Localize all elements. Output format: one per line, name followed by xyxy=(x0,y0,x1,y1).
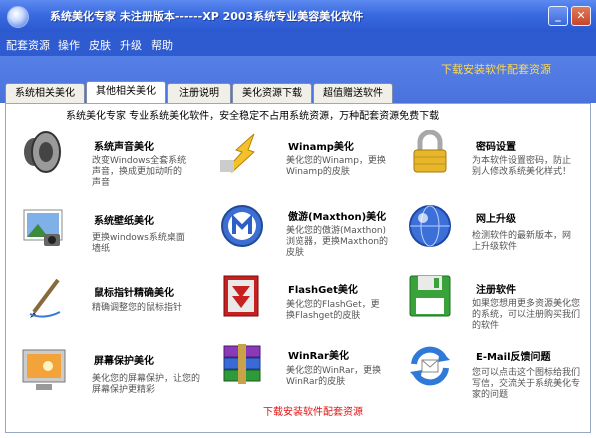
pen-pointer-icon[interactable] xyxy=(20,276,68,320)
item-title[interactable]: 鼠标指针精确美化 xyxy=(94,284,174,299)
item-desc: 为本软件设置密码，防止别人修改系统美化样式！ xyxy=(472,156,572,177)
item-desc: 如果您想用更多资源美化您的系统，可以注册购买我们的软件 xyxy=(472,299,581,331)
menu-item-operate[interactable]: 操作 xyxy=(58,37,80,53)
item-desc: 美化您的Winamp，更换Winamp的皮肤 xyxy=(286,156,386,177)
menu-item-skin[interactable]: 皮肤 xyxy=(89,37,111,53)
title-bar[interactable]: 系统美化专家 未注册版本------XP 2003系统专业美容美化软件 _ ✕ xyxy=(0,0,596,32)
tab-panel: 下载安装软件配套资源 系统相关美化 其他相关美化 注册说明 美化资源下载 超值赠… xyxy=(0,56,596,104)
item-title[interactable]: 系统壁纸美化 xyxy=(94,212,154,227)
wallpaper-icon[interactable] xyxy=(20,206,68,250)
item-desc: 美化您的傲游(Maxthon)浏览器，更换Maxthon的皮肤 xyxy=(286,226,389,258)
tab-download[interactable]: 美化资源下载 xyxy=(232,83,312,104)
item-title[interactable]: 密码设置 xyxy=(476,138,516,153)
item-title[interactable]: 傲游(Maxthon)美化 xyxy=(288,208,386,223)
item-title[interactable]: E-Mail反馈问题 xyxy=(476,348,551,363)
item-title[interactable]: FlashGet美化 xyxy=(288,281,358,296)
item-desc: 精确调整您的鼠标指针 xyxy=(92,303,183,313)
item-desc: 美化您的FlashGet，更换Flashget的皮肤 xyxy=(286,300,380,321)
item-title[interactable]: Winamp美化 xyxy=(288,138,354,153)
header-text: 系统美化专家 专业系统美化软件，安全稳定不占用系统资源，万种配套资源免费下载 xyxy=(66,111,440,122)
winamp-icon[interactable] xyxy=(218,130,266,174)
app-icon xyxy=(7,6,29,28)
globe-icon[interactable] xyxy=(406,204,454,248)
tab-other[interactable]: 其他相关美化 xyxy=(86,81,166,104)
item-title[interactable]: 注册软件 xyxy=(476,281,516,296)
menu-item-upgrade[interactable]: 升级 xyxy=(120,37,142,53)
item-desc: 美化您的WinRar，更换WinRar的皮肤 xyxy=(286,366,382,387)
close-icon[interactable]: ✕ xyxy=(571,6,591,26)
speaker-icon[interactable] xyxy=(20,130,68,174)
item-desc: 更换windows系统桌面墙纸 xyxy=(92,233,185,254)
promo-link-top[interactable]: 下载安装软件配套资源 xyxy=(441,61,551,77)
tab-content: 系统美化专家 专业系统美化软件，安全稳定不占用系统资源，万种配套资源免费下载 系… xyxy=(5,103,591,433)
promo-link-bottom[interactable]: 下载安装软件配套资源 xyxy=(263,403,363,418)
item-title[interactable]: WinRar美化 xyxy=(288,347,349,362)
item-title[interactable]: 系统声音美化 xyxy=(94,138,154,153)
monitor-icon[interactable] xyxy=(20,348,68,392)
item-desc: 检测软件的最新版本，网上升级软件 xyxy=(472,231,572,252)
app-window: 系统美化专家 未注册版本------XP 2003系统专业美容美化软件 _ ✕ … xyxy=(0,0,596,438)
padlock-icon[interactable] xyxy=(406,130,454,174)
tab-gifts[interactable]: 超值赠送软件 xyxy=(313,83,393,104)
menu-bar: 配套资源 操作 皮肤 升级 帮助 xyxy=(0,32,596,56)
item-desc: 美化您的屏幕保护，让您的屏幕保护更精彩 xyxy=(92,374,201,395)
floppy-disk-icon[interactable] xyxy=(406,274,454,318)
menu-item-help[interactable]: 帮助 xyxy=(151,37,173,53)
item-desc: 您可以点击这个图标给我们写信，交流关于系统美化专家的问题 xyxy=(472,368,581,400)
winrar-books-icon[interactable] xyxy=(218,342,266,386)
maxthon-icon[interactable] xyxy=(218,204,266,248)
tab-register[interactable]: 注册说明 xyxy=(167,83,231,104)
email-refresh-icon[interactable] xyxy=(406,344,454,388)
minimize-icon[interactable]: _ xyxy=(548,6,568,26)
flashget-icon[interactable] xyxy=(218,274,266,318)
tab-system[interactable]: 系统相关美化 xyxy=(5,83,85,104)
item-title[interactable]: 屏幕保护美化 xyxy=(94,352,154,367)
item-title[interactable]: 网上升级 xyxy=(476,210,516,225)
window-title: 系统美化专家 未注册版本------XP 2003系统专业美容美化软件 xyxy=(50,10,364,23)
menu-item-resources[interactable]: 配套资源 xyxy=(6,37,50,53)
item-desc: 改变Windows全套系统声音，换成更加动听的声音 xyxy=(92,156,187,188)
